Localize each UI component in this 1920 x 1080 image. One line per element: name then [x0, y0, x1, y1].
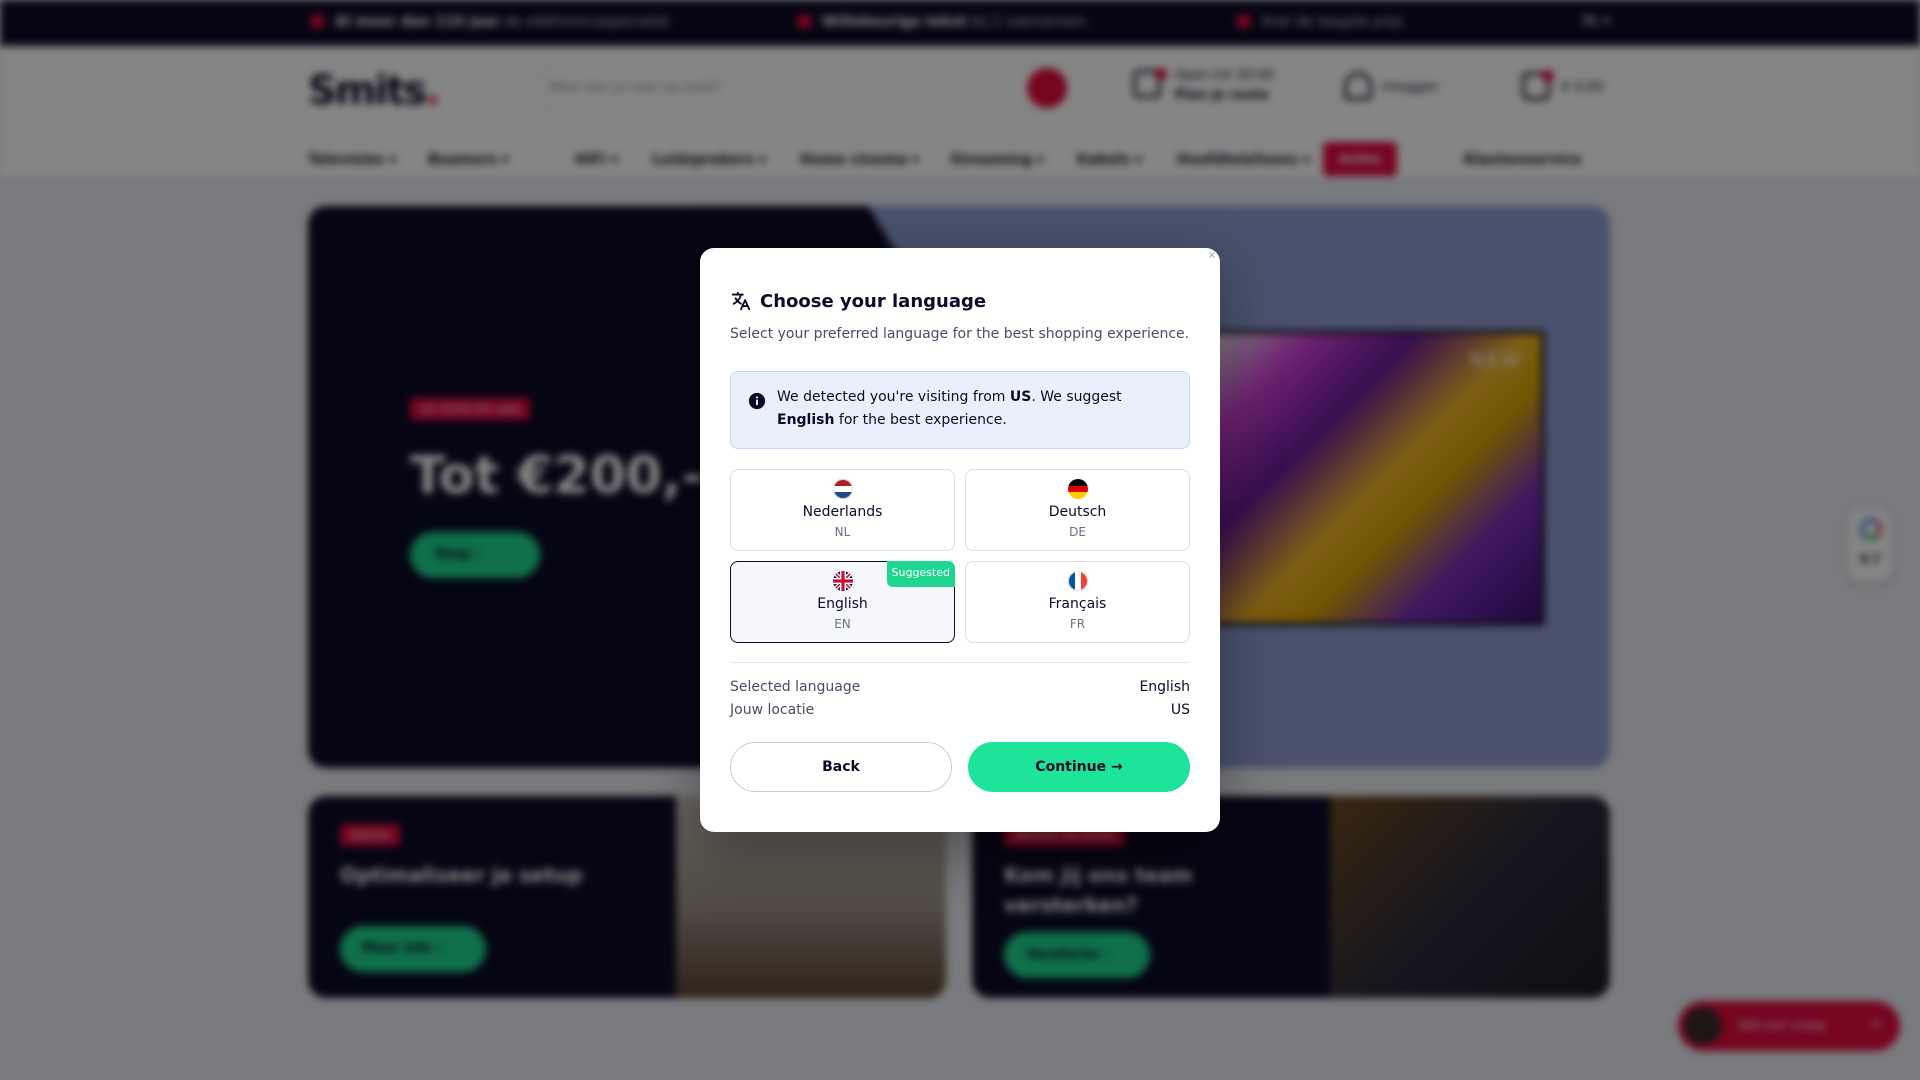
location-info-box: We detected you're visiting from US. We …	[730, 371, 1190, 449]
language-name: Nederlands	[802, 504, 883, 520]
fr-flag-icon	[1068, 571, 1088, 591]
suggested-badge: Suggested	[886, 561, 955, 587]
language-code: EN	[834, 617, 851, 631]
close-icon[interactable]: ×	[1208, 250, 1216, 261]
language-name: Français	[1048, 596, 1107, 612]
language-option-de[interactable]: Deutsch DE	[965, 469, 1190, 551]
divider	[730, 662, 1190, 663]
modal-subtitle: Select your preferred language for the b…	[730, 326, 1190, 342]
gb-flag-icon	[833, 571, 853, 591]
language-options: Nederlands NL Deutsch DE Suggested Engli…	[730, 469, 1190, 643]
suggested-language: English	[777, 412, 835, 428]
language-name: English	[817, 596, 868, 612]
location-value: US	[1170, 702, 1190, 718]
de-flag-icon	[1068, 479, 1088, 499]
language-name: Deutsch	[1048, 504, 1107, 520]
language-code: FR	[1069, 617, 1086, 631]
info-icon	[748, 392, 766, 410]
nl-flag-icon	[833, 479, 853, 499]
detected-country: US	[1009, 389, 1032, 405]
language-option-en[interactable]: Suggested English EN	[730, 561, 955, 643]
back-button[interactable]: Back	[730, 742, 952, 792]
continue-button[interactable]: Continue →	[968, 742, 1190, 792]
modal-header: Choose your language	[730, 290, 986, 312]
selected-language-label: Selected language	[730, 679, 861, 695]
language-code: DE	[1069, 525, 1086, 539]
translate-icon	[731, 291, 751, 311]
language-option-nl[interactable]: Nederlands NL	[730, 469, 955, 551]
language-option-fr[interactable]: Français FR	[965, 561, 1190, 643]
language-code: NL	[834, 525, 851, 539]
modal-title: Choose your language	[760, 290, 987, 312]
location-label: Jouw locatie	[730, 702, 815, 718]
selected-language-value: English	[1139, 679, 1190, 695]
language-modal: × Choose your language Select your prefe…	[700, 248, 1220, 832]
